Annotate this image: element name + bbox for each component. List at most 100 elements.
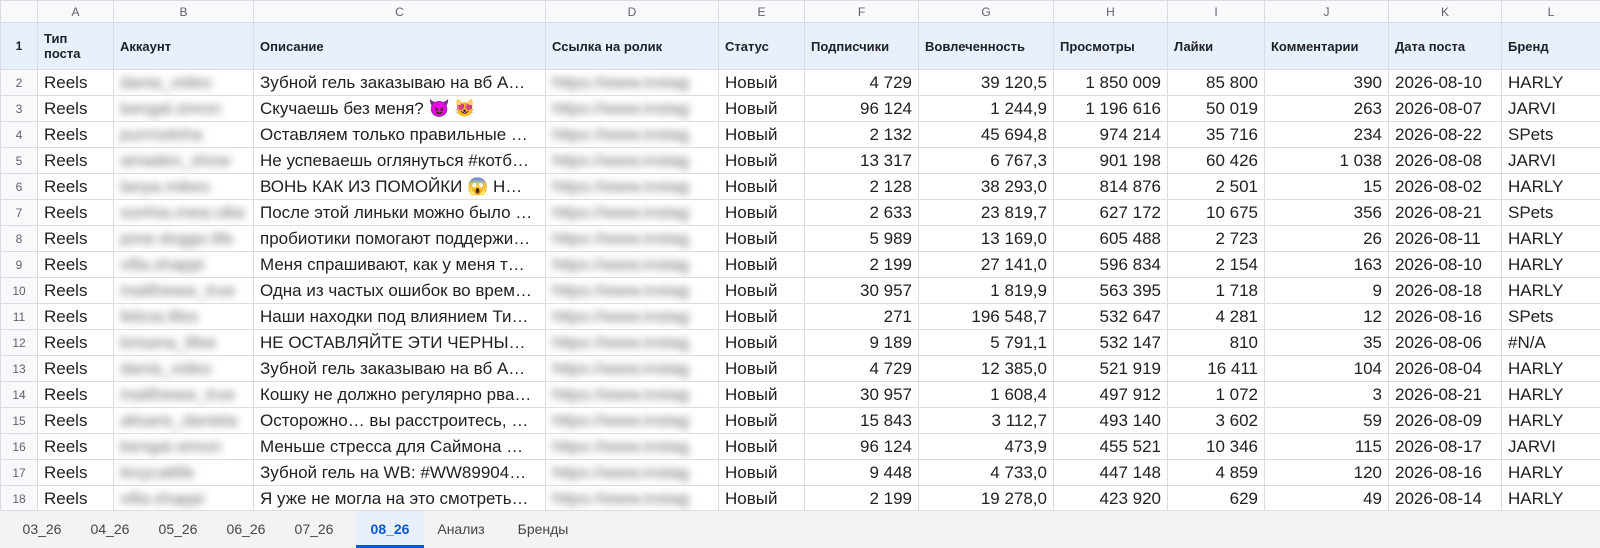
post-type-cell[interactable]: Reels	[37, 199, 114, 226]
comments-cell[interactable]: 390	[1264, 69, 1389, 96]
engagement-cell[interactable]: 196 548,7	[918, 303, 1054, 330]
subscribers-cell[interactable]: 30 957	[804, 381, 919, 408]
account-cell[interactable]: alisaris_daniela	[113, 407, 254, 434]
comments-cell[interactable]: 26	[1264, 225, 1389, 252]
link-cell[interactable]: https://www.instag	[545, 355, 719, 382]
likes-cell[interactable]: 50 019	[1167, 95, 1265, 122]
header-cell[interactable]: Бренд	[1501, 22, 1600, 70]
column-letter-g[interactable]: G	[918, 0, 1054, 23]
views-cell[interactable]: 423 920	[1053, 485, 1168, 510]
link-cell[interactable]: https://www.instag	[545, 69, 719, 96]
views-cell[interactable]: 974 214	[1053, 121, 1168, 148]
sheet-tab[interactable]: 03_26	[8, 511, 76, 548]
engagement-cell[interactable]: 38 293,0	[918, 173, 1054, 200]
description-cell[interactable]: Зубной гель заказываю на вб А…	[253, 355, 546, 382]
subscribers-cell[interactable]: 15 843	[804, 407, 919, 434]
likes-cell[interactable]: 35 716	[1167, 121, 1265, 148]
description-cell[interactable]: НЕ ОСТАВЛЯЙТЕ ЭТИ ЧЕРНЫ…	[253, 329, 546, 356]
header-cell[interactable]: Подписчики	[804, 22, 919, 70]
brand-cell[interactable]: HARLY	[1501, 407, 1600, 434]
header-cell[interactable]: Комментарии	[1264, 22, 1389, 70]
post-date-cell[interactable]: 2026-08-21	[1388, 381, 1502, 408]
header-cell[interactable]: Статус	[718, 22, 805, 70]
post-date-cell[interactable]: 2026-08-04	[1388, 355, 1502, 382]
comments-cell[interactable]: 35	[1264, 329, 1389, 356]
engagement-cell[interactable]: 473,9	[918, 433, 1054, 460]
header-cell[interactable]: Лайки	[1167, 22, 1265, 70]
column-letter-e[interactable]: E	[718, 0, 805, 23]
likes-cell[interactable]: 2 154	[1167, 251, 1265, 278]
engagement-cell[interactable]: 1 244,9	[918, 95, 1054, 122]
row-number[interactable]: 17	[0, 459, 38, 486]
description-cell[interactable]: Я уже не могла на это смотреть…	[253, 485, 546, 510]
status-cell[interactable]: Новый	[718, 459, 805, 486]
comments-cell[interactable]: 1 038	[1264, 147, 1389, 174]
status-cell[interactable]: Новый	[718, 355, 805, 382]
brand-cell[interactable]: HARLY	[1501, 355, 1600, 382]
post-type-cell[interactable]: Reels	[37, 407, 114, 434]
sheet-tab[interactable]: 06_26	[212, 511, 280, 548]
subscribers-cell[interactable]: 96 124	[804, 95, 919, 122]
views-cell[interactable]: 1 850 009	[1053, 69, 1168, 96]
engagement-cell[interactable]: 5 791,1	[918, 329, 1054, 356]
views-cell[interactable]: 814 876	[1053, 173, 1168, 200]
likes-cell[interactable]: 2 501	[1167, 173, 1265, 200]
description-cell[interactable]: Кошку не должно регулярно рва…	[253, 381, 546, 408]
description-cell[interactable]: Наши находки под влиянием Ти…	[253, 303, 546, 330]
column-letter-c[interactable]: C	[253, 0, 546, 23]
post-type-cell[interactable]: Reels	[37, 381, 114, 408]
row-number[interactable]: 2	[0, 69, 38, 96]
comments-cell[interactable]: 15	[1264, 173, 1389, 200]
post-date-cell[interactable]: 2026-08-02	[1388, 173, 1502, 200]
header-cell[interactable]: Описание	[253, 22, 546, 70]
link-cell[interactable]: https://www.instag	[545, 147, 719, 174]
post-date-cell[interactable]: 2026-08-09	[1388, 407, 1502, 434]
description-cell[interactable]: Оставляем только правильные …	[253, 121, 546, 148]
column-letter-d[interactable]: D	[545, 0, 719, 23]
link-cell[interactable]: https://www.instag	[545, 485, 719, 510]
status-cell[interactable]: Новый	[718, 199, 805, 226]
likes-cell[interactable]: 4 859	[1167, 459, 1265, 486]
views-cell[interactable]: 532 147	[1053, 329, 1168, 356]
row-number[interactable]: 7	[0, 199, 38, 226]
status-cell[interactable]: Новый	[718, 407, 805, 434]
likes-cell[interactable]: 85 800	[1167, 69, 1265, 96]
post-type-cell[interactable]: Reels	[37, 173, 114, 200]
engagement-cell[interactable]: 13 169,0	[918, 225, 1054, 252]
post-type-cell[interactable]: Reels	[37, 485, 114, 510]
row-number[interactable]: 5	[0, 147, 38, 174]
post-date-cell[interactable]: 2026-08-07	[1388, 95, 1502, 122]
select-all-corner[interactable]	[0, 0, 38, 23]
post-date-cell[interactable]: 2026-08-16	[1388, 303, 1502, 330]
likes-cell[interactable]: 1 718	[1167, 277, 1265, 304]
subscribers-cell[interactable]: 9 189	[804, 329, 919, 356]
views-cell[interactable]: 901 198	[1053, 147, 1168, 174]
column-letter-j[interactable]: J	[1264, 0, 1389, 23]
comments-cell[interactable]: 163	[1264, 251, 1389, 278]
link-cell[interactable]: https://www.instag	[545, 121, 719, 148]
column-letter-a[interactable]: A	[37, 0, 114, 23]
engagement-cell[interactable]: 19 278,0	[918, 485, 1054, 510]
description-cell[interactable]: Меньше стресса для Саймона …	[253, 433, 546, 460]
account-cell[interactable]: dania_video	[113, 355, 254, 382]
link-cell[interactable]: https://www.instag	[545, 277, 719, 304]
header-cell[interactable]: Просмотры	[1053, 22, 1168, 70]
views-cell[interactable]: 563 395	[1053, 277, 1168, 304]
account-cell[interactable]: dania_video	[113, 69, 254, 96]
comments-cell[interactable]: 234	[1264, 121, 1389, 148]
subscribers-cell[interactable]: 5 989	[804, 225, 919, 252]
account-cell[interactable]: lanya.mikes	[113, 173, 254, 200]
column-letter-l[interactable]: L	[1501, 0, 1600, 23]
views-cell[interactable]: 455 521	[1053, 433, 1168, 460]
account-cell[interactable]: brisana_lifee	[113, 329, 254, 356]
post-date-cell[interactable]: 2026-08-17	[1388, 433, 1502, 460]
link-cell[interactable]: https://www.instag	[545, 173, 719, 200]
post-date-cell[interactable]: 2026-08-14	[1388, 485, 1502, 510]
comments-cell[interactable]: 120	[1264, 459, 1389, 486]
likes-cell[interactable]: 2 723	[1167, 225, 1265, 252]
column-letter-h[interactable]: H	[1053, 0, 1168, 23]
link-cell[interactable]: https://www.instag	[545, 407, 719, 434]
post-type-cell[interactable]: Reels	[37, 95, 114, 122]
link-cell[interactable]: https://www.instag	[545, 433, 719, 460]
subscribers-cell[interactable]: 2 128	[804, 173, 919, 200]
